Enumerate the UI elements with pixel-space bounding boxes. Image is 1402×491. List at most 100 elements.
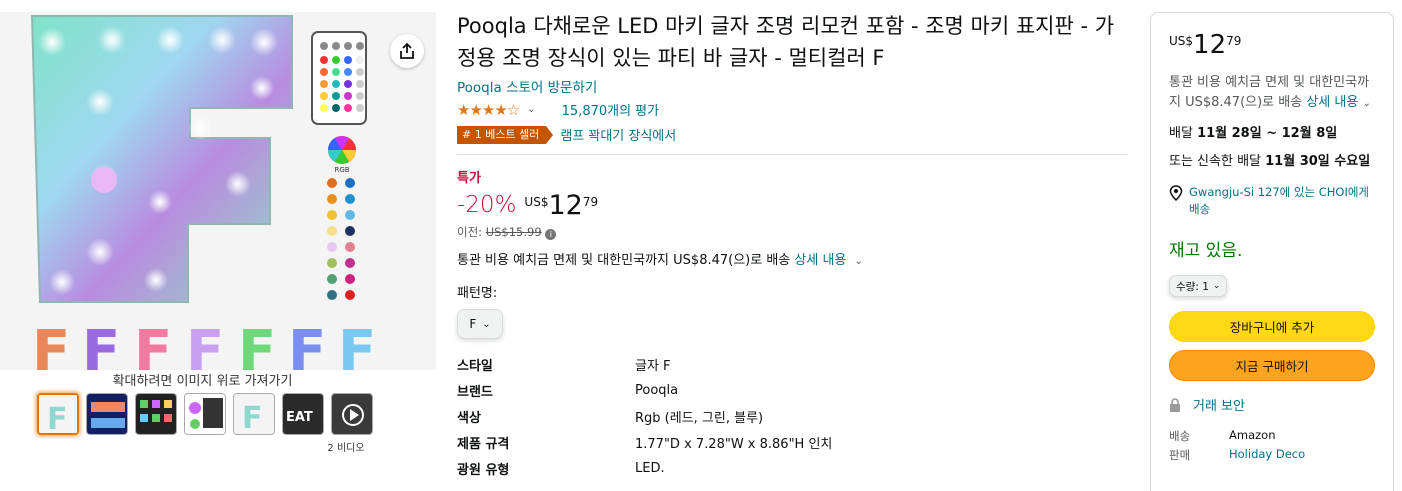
ships-from-label: 배송 [1169,429,1191,443]
thumbnail[interactable] [135,393,177,435]
star-rating-icon[interactable]: ★★★★☆ [457,101,520,119]
quantity-label: 수량: 1 [1176,280,1209,293]
store-link[interactable]: Pooqla 스토어 방문하기 [457,76,1127,96]
secure-transaction-label: 거래 보안 [1193,399,1245,414]
svg-text:F: F [186,319,224,370]
thumbnail[interactable]: F [233,393,275,435]
spec-row: 제품 규격 1.77"D x 7.28"W x 8.86"H 인치 [457,429,1127,455]
lock-icon [1170,397,1180,412]
spec-table: 스타일 글자 F 브랜드 Pooqla 색상 Rgb (레드, 그린, 블루) 제품 … [457,351,1127,481]
price-fraction: 79 [1226,34,1242,48]
svg-text:F: F [238,319,276,370]
shipping-text: 통관 비용 예치금 면제 및 대한민국까지 US$8.47(으)로 배송 [457,253,791,268]
video-count-label: 2 비디오 [327,443,365,454]
currency-symbol: US$ [524,195,549,209]
chevron-down-icon: ⌄ [482,318,491,330]
thumbnail[interactable] [184,393,226,435]
fast-delivery-prefix: 또는 신속한 배달 [1169,154,1261,169]
secure-transaction-link[interactable]: 거래 보안 [1169,395,1375,414]
chevron-down-icon: ⌄ [1212,281,1221,291]
price-fraction: 79 [582,195,599,209]
buy-now-button[interactable]: 지금 구매하기 [1169,350,1375,381]
currency-symbol: US$ [1169,34,1194,48]
svg-text:F: F [134,319,172,370]
price-row: -20% US$ 12 79 [457,192,1127,220]
svg-text:EAT: EAT [286,410,313,425]
spec-value: LED. [635,460,665,476]
stock-status: 재고 있음. [1169,241,1243,261]
chevron-down-icon[interactable]: ⌄ [855,256,863,267]
shipping-details-link[interactable]: 상세 내용 [1306,95,1358,110]
video-thumbnail[interactable] [331,393,373,435]
ships-from-value: Amazon [1229,428,1276,442]
spec-value: Rgb (레드, 그린, 블루) [635,410,764,426]
thumbnail[interactable]: EAT [282,393,324,435]
zoom-hint: 확대하려면 이미지 위로 가져가기 [112,374,293,389]
divider [457,154,1127,155]
spec-row: 브랜드 Pooqla [457,377,1127,403]
remote-label: RGB [334,166,349,174]
info-icon[interactable]: i [545,229,557,240]
svg-text:F: F [288,319,326,370]
spec-row: 광원 유형 LED. [457,455,1127,481]
buybox-price: US$ 12 79 [1169,31,1375,59]
chevron-down-icon[interactable]: ⌄ [527,104,535,115]
spec-key: 스타일 [457,358,493,374]
price-whole: 12 [1193,30,1227,60]
pattern-dropdown[interactable]: F ⌄ [457,309,503,339]
ships-from-row: 배송 Amazon [1169,428,1375,444]
spec-key: 광원 유형 [457,462,510,478]
delivery-location-link[interactable]: Gwangju-Si 127에 있는 CHOI에게 배송 [1169,184,1375,218]
spec-value: Pooqla [635,382,679,398]
sold-by-link[interactable]: Holiday Deco [1229,447,1305,463]
spec-key: 브랜드 [457,384,493,400]
spec-value: 1.77"D x 7.28"W x 8.86"H 인치 [635,436,833,452]
quantity-dropdown[interactable]: 수량: 1 ⌄ [1169,275,1228,297]
svg-text:F: F [242,401,263,435]
chevron-down-icon[interactable]: ⌄ [1362,98,1370,109]
rating-count-link[interactable]: 15,870개의 평가 [562,100,659,119]
thumbnail-strip: F F EAT [37,393,373,435]
share-icon [400,42,414,59]
spec-key: 색상 [457,410,481,426]
delivery-prefix: 배달 [1169,126,1193,141]
discount-percent: -20% [457,192,517,218]
location-pin-icon [1169,185,1183,201]
list-price-label: 이전: [457,225,483,239]
rating-row: ★★★★☆ ⌄ 15,870개의 평가 [457,100,1127,120]
buy-box: US$ 12 79 통관 비용 예치금 면제 및 대한민국까지 US$8.47(… [1150,12,1394,491]
share-button[interactable] [390,34,424,68]
product-page: RGB F F F F F F F 확대하려면 이미지 위로 가져가기 F F … [0,0,1402,491]
delivery-date-row: 배달 11월 28일 ~ 12월 8일 [1169,124,1375,144]
thumbnail[interactable]: F [37,393,79,435]
product-info: Pooqla 다채로운 LED 마키 글자 조명 리모컨 포함 - 조명 마키 … [457,10,1127,481]
price-whole: 12 [548,190,583,221]
thumbnail[interactable] [86,393,128,435]
add-to-cart-button[interactable]: 장바구니에 추가 [1169,311,1375,342]
main-product-image[interactable]: RGB F F F F F F F [0,12,436,370]
letter-f-lamp-image: RGB F F F F F F F [0,12,436,370]
bestseller-category-link[interactable]: 램프 꽉대기 장식에서 [560,125,676,144]
svg-text:F: F [47,402,68,435]
spec-row: 스타일 글자 F [457,351,1127,377]
spec-row: 색상 Rgb (레드, 그린, 블루) [457,403,1127,429]
deal-label: 특가 [457,171,481,186]
sold-by-row: 판매 Holiday Deco [1169,447,1375,463]
fast-delivery-row: 또는 신속한 배달 11월 30일 수요일 [1169,152,1375,172]
buybox-shipping: 통관 비용 예치금 면제 및 대한민국까지 US$8.47(으)로 배송 상세 … [1169,73,1375,114]
list-price-row: 이전: US$15.99 i [457,224,1127,240]
product-title: Pooqla 다채로운 LED 마키 글자 조명 리모컨 포함 - 조명 마키 … [457,14,1115,70]
fast-delivery-date: 11월 30일 수요일 [1265,154,1371,169]
spec-value: 글자 F [635,358,671,374]
shipping-details-link[interactable]: 상세 내용 [794,253,846,268]
shipping-info: 통관 비용 예치금 면제 및 대한민국까지 US$8.47(으)로 배송 상세 … [457,249,1127,268]
bestseller-badge[interactable]: # 1 베스트 셀러 [457,125,554,144]
spec-key: 제품 규격 [457,436,510,452]
svg-text:F: F [338,319,376,370]
pattern-selected-value: F [469,317,477,331]
svg-text:F: F [32,319,70,370]
list-price: US$15.99 [485,225,542,239]
svg-text:F: F [82,319,120,370]
sold-by-label: 판매 [1169,448,1191,462]
bestseller-row: # 1 베스트 셀러 램프 꽉대기 장식에서 [457,125,1127,144]
